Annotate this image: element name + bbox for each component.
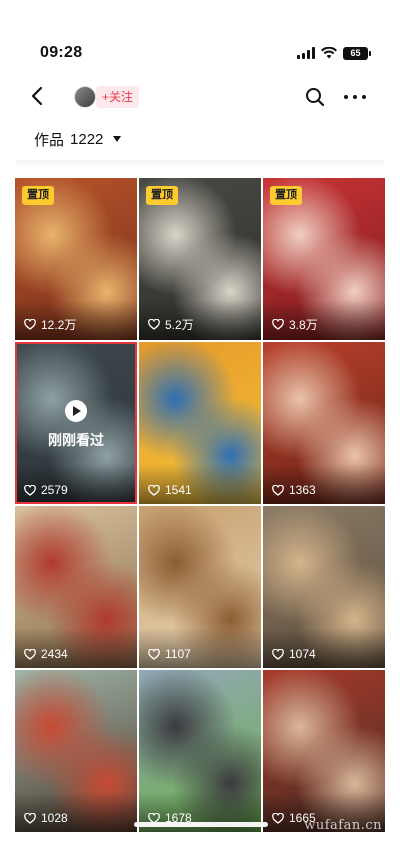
watermark: wufafan.cn bbox=[304, 818, 382, 833]
like-count: 1028 bbox=[24, 811, 68, 825]
like-count-value: 12.2万 bbox=[41, 318, 77, 332]
like-count: 2579 bbox=[24, 483, 68, 497]
like-count-value: 1363 bbox=[289, 483, 316, 497]
avatar[interactable] bbox=[74, 86, 96, 108]
video-tile[interactable]: 2434 bbox=[15, 506, 137, 668]
status-time: 09:28 bbox=[40, 44, 83, 61]
like-count: 3.8万 bbox=[272, 316, 318, 333]
battery-indicator: 65 bbox=[343, 46, 371, 60]
like-count-value: 1074 bbox=[289, 647, 316, 661]
like-count: 12.2万 bbox=[24, 316, 76, 333]
video-tile[interactable]: 置顶 3.8万 bbox=[263, 178, 385, 340]
heart-icon bbox=[148, 648, 160, 660]
works-label: 作品 bbox=[34, 131, 65, 149]
cellular-signal-icon bbox=[297, 47, 315, 59]
search-icon[interactable] bbox=[304, 86, 326, 108]
status-icons: 65 bbox=[297, 46, 371, 60]
video-tile[interactable]: 1541 bbox=[139, 342, 261, 504]
back-arrow-icon[interactable] bbox=[26, 84, 50, 108]
status-bar: 09:28 65 bbox=[0, 0, 400, 80]
like-count-value: 1107 bbox=[165, 647, 191, 661]
video-grid: 置顶 12.2万 置顶 5.2万 置顶 3.8万刚刚看过 2579 1541 1363 2434 1… bbox=[15, 178, 385, 834]
works-count: 1222 bbox=[70, 130, 104, 148]
more-options-icon[interactable] bbox=[344, 86, 366, 108]
heart-icon bbox=[24, 319, 36, 330]
video-tile[interactable]: 1363 bbox=[263, 342, 385, 504]
heart-icon bbox=[272, 484, 284, 496]
play-icon bbox=[65, 400, 87, 422]
heart-icon bbox=[148, 484, 160, 496]
section-divider bbox=[16, 160, 384, 168]
heart-icon bbox=[24, 648, 36, 660]
pinned-badge: 置顶 bbox=[146, 186, 178, 205]
video-tile[interactable]: 刚刚看过 2579 bbox=[15, 342, 137, 504]
like-count-value: 1028 bbox=[41, 811, 68, 825]
like-count-value: 1541 bbox=[165, 483, 192, 497]
heart-icon bbox=[24, 812, 36, 824]
video-tile[interactable]: 1107 bbox=[139, 506, 261, 668]
heart-icon bbox=[272, 319, 284, 330]
like-count: 1363 bbox=[272, 483, 316, 497]
like-count-value: 2579 bbox=[41, 483, 68, 497]
pinned-badge: 置顶 bbox=[22, 186, 54, 205]
video-tile[interactable]: 1074 bbox=[263, 506, 385, 668]
like-count: 5.2万 bbox=[148, 316, 194, 333]
pinned-badge: 置顶 bbox=[270, 186, 302, 205]
recently-watched-overlay: 刚刚看过 bbox=[17, 400, 135, 450]
heart-icon bbox=[148, 319, 160, 330]
video-tile[interactable]: 1028 bbox=[15, 670, 137, 832]
video-tile[interactable]: 置顶 12.2万 bbox=[15, 178, 137, 340]
video-tile[interactable]: 1665 bbox=[263, 670, 385, 832]
heart-icon bbox=[272, 812, 284, 824]
heart-icon bbox=[272, 648, 284, 660]
caret-down-icon bbox=[113, 136, 122, 142]
like-count-value: 2434 bbox=[41, 647, 68, 661]
recently-watched-frame: 刚刚看过 bbox=[15, 342, 137, 504]
works-dropdown[interactable]: 作品 1222 bbox=[34, 128, 122, 150]
like-count: 1107 bbox=[148, 647, 191, 661]
wifi-icon bbox=[321, 47, 337, 59]
recently-watched-label: 刚刚看过 bbox=[48, 432, 104, 448]
like-count-value: 5.2万 bbox=[165, 318, 194, 332]
like-count: 1541 bbox=[148, 483, 192, 497]
like-count-value: 3.8万 bbox=[289, 318, 318, 332]
heart-icon bbox=[24, 484, 36, 496]
home-indicator bbox=[134, 822, 268, 827]
video-tile[interactable]: 1678 bbox=[139, 670, 261, 832]
video-tile[interactable]: 置顶 5.2万 bbox=[139, 178, 261, 340]
follow-button[interactable]: +关注 bbox=[96, 86, 140, 108]
like-count: 1074 bbox=[272, 647, 316, 661]
like-count: 2434 bbox=[24, 647, 68, 661]
